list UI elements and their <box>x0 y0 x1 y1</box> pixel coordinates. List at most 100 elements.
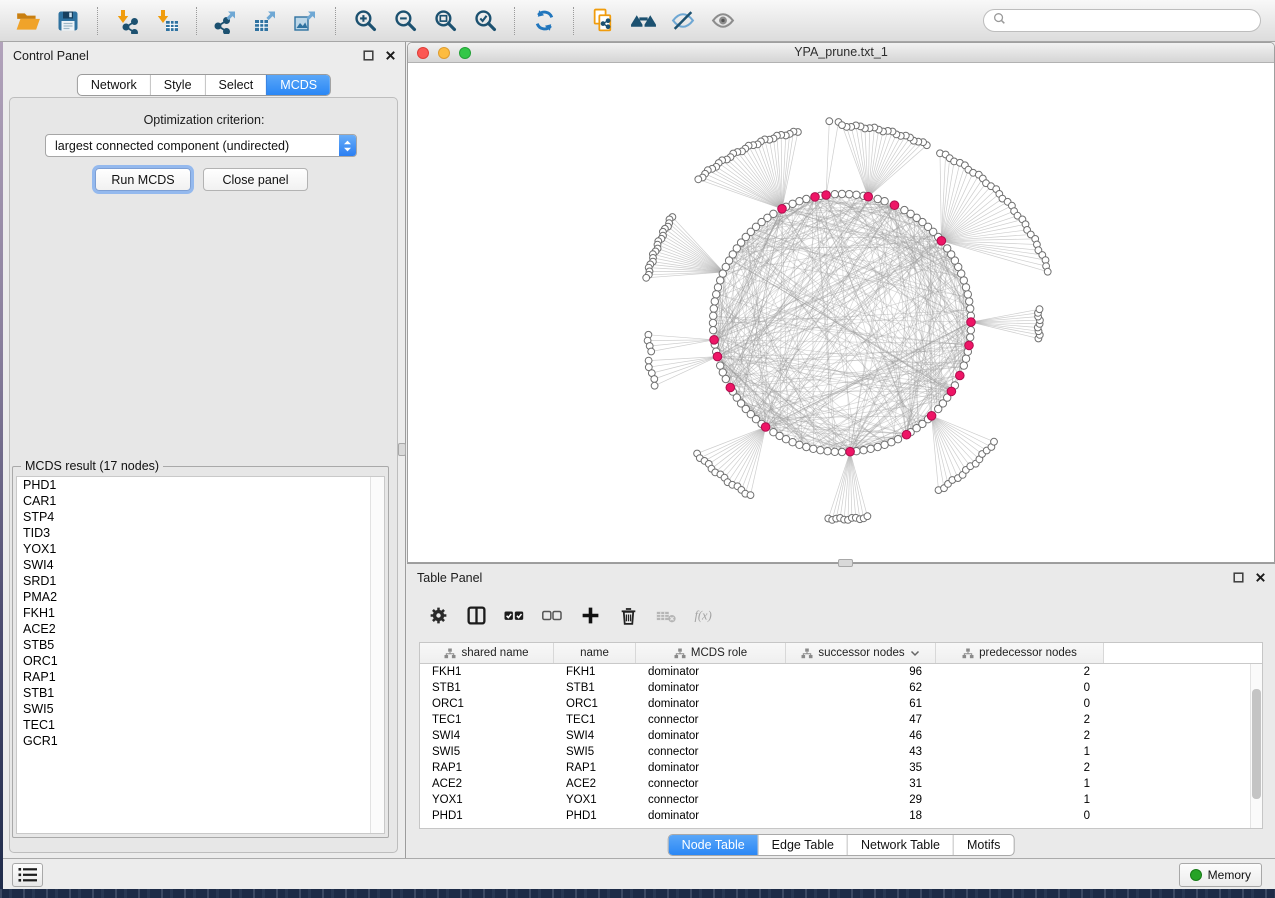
mcds-result-list[interactable]: PHD1CAR1STP4TID3YOX1SWI4SRD1PMA2FKH1ACE2… <box>16 476 385 834</box>
table-row[interactable]: RAP1RAP1dominator352 <box>420 760 1262 776</box>
save-session-icon[interactable] <box>48 3 88 39</box>
deselect-all-icon[interactable] <box>541 604 563 626</box>
task-history-button[interactable] <box>12 863 43 887</box>
cell-successor-nodes: 35 <box>786 760 936 776</box>
close-window-icon[interactable] <box>417 47 429 59</box>
settings-icon[interactable] <box>427 604 449 626</box>
criterion-select[interactable]: largest connected component (undirected) <box>45 134 357 157</box>
tab-style[interactable]: Style <box>150 75 205 95</box>
table-row[interactable]: ACE2ACE2connector311 <box>420 776 1262 792</box>
maximize-window-icon[interactable] <box>459 47 471 59</box>
import-table-icon[interactable] <box>147 3 187 39</box>
cell-successor-nodes: 18 <box>786 808 936 824</box>
cell-MCDS-role: dominator <box>636 728 786 744</box>
mcds-result-item[interactable]: ACE2 <box>17 621 384 637</box>
cell-successor-nodes: 62 <box>786 680 936 696</box>
mcds-result-item[interactable]: TEC1 <box>17 717 384 733</box>
search-input[interactable] <box>1011 14 1251 28</box>
mcds-result-item[interactable]: STB1 <box>17 685 384 701</box>
zoom-fit-icon[interactable] <box>425 3 465 39</box>
mcds-result-item[interactable]: SWI5 <box>17 701 384 717</box>
mcds-result-item[interactable]: TID3 <box>17 525 384 541</box>
table-row[interactable]: ORC1ORC1dominator610 <box>420 696 1262 712</box>
select-all-icon[interactable] <box>503 604 525 626</box>
column-header-successor-nodes[interactable]: successor nodes <box>786 643 936 663</box>
column-header-name[interactable]: name <box>554 643 636 663</box>
table-scrollbar[interactable] <box>1250 664 1262 828</box>
search-box[interactable] <box>983 9 1261 32</box>
network-canvas[interactable] <box>408 63 1274 562</box>
open-file-icon[interactable] <box>8 3 48 39</box>
network-view-window: YPA_prune.txt_1 <box>407 42 1275 563</box>
export-table-icon[interactable] <box>246 3 286 39</box>
mcds-result-item[interactable]: PHD1 <box>17 477 384 493</box>
mcds-result-item[interactable]: STB5 <box>17 637 384 653</box>
zoom-in-icon[interactable] <box>345 3 385 39</box>
table-row[interactable]: SWI5SWI5connector431 <box>420 744 1262 760</box>
hide-display-icon[interactable] <box>663 3 703 39</box>
horizontal-splitter-handle[interactable] <box>838 559 853 567</box>
cell-predecessor-nodes: 1 <box>936 744 1104 760</box>
show-display-icon[interactable] <box>703 3 743 39</box>
table-row[interactable]: PHD1PHD1dominator180 <box>420 808 1262 824</box>
mcds-result-group: MCDS result (17 nodes) PHD1CAR1STP4TID3Y… <box>12 466 389 838</box>
list-icon <box>17 866 39 884</box>
columns-icon[interactable] <box>465 604 487 626</box>
vertical-splitter-handle[interactable] <box>398 443 406 456</box>
float-window-icon[interactable] <box>363 50 374 61</box>
mcds-result-item[interactable]: SRD1 <box>17 573 384 589</box>
close-panel-icon[interactable] <box>1255 572 1266 583</box>
column-header-MCDS-role[interactable]: MCDS role <box>636 643 786 663</box>
run-mcds-button[interactable]: Run MCDS <box>95 168 191 191</box>
export-image-icon[interactable] <box>286 3 326 39</box>
export-document-icon[interactable] <box>583 3 623 39</box>
cell-predecessor-nodes: 0 <box>936 696 1104 712</box>
close-panel-button[interactable]: Close panel <box>203 168 308 191</box>
cell-MCDS-role: connector <box>636 712 786 728</box>
mcds-result-item[interactable]: CAR1 <box>17 493 384 509</box>
mcds-result-item[interactable]: SWI4 <box>17 557 384 573</box>
search-windows-icon[interactable] <box>623 3 663 39</box>
minimize-window-icon[interactable] <box>438 47 450 59</box>
table-row[interactable]: YOX1YOX1connector291 <box>420 792 1262 808</box>
table-scrollbar-thumb[interactable] <box>1252 689 1261 799</box>
memory-button[interactable]: Memory <box>1179 863 1262 887</box>
list-scrollbar[interactable] <box>370 477 384 833</box>
column-header-predecessor-nodes[interactable]: predecessor nodes <box>936 643 1104 663</box>
export-network-icon[interactable] <box>206 3 246 39</box>
mcds-result-item[interactable]: STP4 <box>17 509 384 525</box>
zoom-out-icon[interactable] <box>385 3 425 39</box>
zoom-selected-icon[interactable] <box>465 3 505 39</box>
tab-mcds[interactable]: MCDS <box>266 75 330 95</box>
tab-edge-table[interactable]: Edge Table <box>758 835 847 855</box>
float-window-icon[interactable] <box>1233 572 1244 583</box>
cell-name: TEC1 <box>554 712 636 728</box>
network-window-titlebar[interactable]: YPA_prune.txt_1 <box>408 43 1274 63</box>
tab-select[interactable]: Select <box>205 75 267 95</box>
delete-row-icon[interactable] <box>617 604 639 626</box>
add-row-icon[interactable] <box>579 604 601 626</box>
tab-network-table[interactable]: Network Table <box>847 835 953 855</box>
svg-text:f(x): f(x) <box>694 608 711 622</box>
table-row[interactable]: TEC1TEC1connector472 <box>420 712 1262 728</box>
cell-MCDS-role: dominator <box>636 680 786 696</box>
close-panel-icon[interactable] <box>385 50 396 61</box>
mcds-result-item[interactable]: RAP1 <box>17 669 384 685</box>
desktop-wallpaper-bottom <box>0 889 1275 898</box>
mcds-result-item[interactable]: YOX1 <box>17 541 384 557</box>
mcds-result-item[interactable]: GCR1 <box>17 733 384 749</box>
import-network-icon[interactable] <box>107 3 147 39</box>
column-header-shared-name[interactable]: shared name <box>420 643 554 663</box>
tab-motifs[interactable]: Motifs <box>953 835 1013 855</box>
mcds-result-item[interactable]: ORC1 <box>17 653 384 669</box>
table-row[interactable]: SWI4SWI4dominator462 <box>420 728 1262 744</box>
tab-network[interactable]: Network <box>78 75 150 95</box>
tab-node-table[interactable]: Node Table <box>669 835 758 855</box>
mcds-result-item[interactable]: PMA2 <box>17 589 384 605</box>
table-row[interactable]: FKH1FKH1dominator962 <box>420 664 1262 680</box>
mcds-result-item[interactable]: FKH1 <box>17 605 384 621</box>
cell-predecessor-nodes: 1 <box>936 776 1104 792</box>
table-row[interactable]: STB1STB1dominator620 <box>420 680 1262 696</box>
apply-layout-icon[interactable] <box>524 3 564 39</box>
cell-shared-name: ORC1 <box>420 696 554 712</box>
